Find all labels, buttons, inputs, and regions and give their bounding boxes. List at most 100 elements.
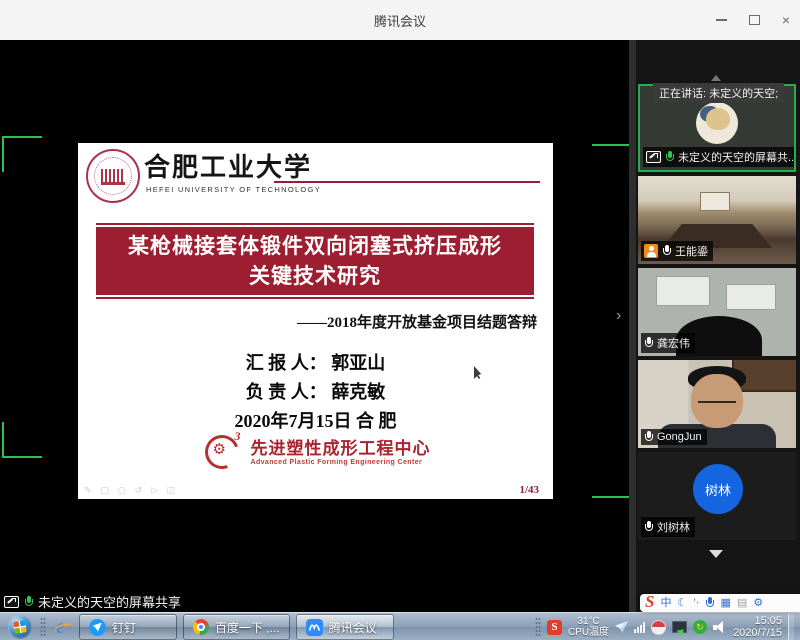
share-region-marker	[2, 422, 42, 458]
participant-name: 刘树林	[657, 519, 690, 535]
window-controls: ×	[716, 0, 790, 40]
tencent-meeting-icon	[306, 619, 323, 636]
volume-icon[interactable]	[713, 621, 727, 633]
participants-panel: 正在讲话: 未定义的天空; 未定义的天空的屏幕共... 王能鎏	[636, 40, 800, 612]
participant-name-tag: 刘树林	[641, 517, 695, 537]
shared-slide: 合肥工业大学 HEFEI UNIVERSITY OF TECHNOLOGY 某枪…	[78, 143, 553, 499]
security-shield-icon[interactable]	[693, 620, 707, 634]
slide-page-number: 1/43	[519, 484, 539, 496]
sogou-tray-icon[interactable]: S	[547, 620, 562, 635]
ime-punctuation-icon[interactable]	[693, 594, 699, 612]
tray-grip[interactable]	[535, 617, 541, 637]
center-emblem-icon: 3	[201, 431, 243, 469]
scroll-down-arrow-icon[interactable]	[709, 550, 723, 565]
presenter-toolbar-icons[interactable]: ✎ □ ○ ↺ ▷ ◫	[84, 486, 178, 496]
mic-icon	[662, 245, 671, 257]
header-rule	[274, 181, 540, 183]
taskbar-button-browser[interactable]: 百度一下 ,...	[183, 614, 290, 640]
slide-title-banner: 某枪械接套体锻件双向闭塞式挤压成形 关键技术研究	[96, 223, 534, 299]
participant-tile[interactable]: 树林 刘树林	[638, 452, 796, 540]
sharing-status-text: 未定义的天空的屏幕共享	[38, 592, 181, 611]
taskbar-button-label: 钉钉	[112, 619, 136, 636]
ime-fullhalf-icon[interactable]	[677, 594, 687, 612]
participant-name-tag: 未定义的天空的屏幕共...	[643, 147, 796, 167]
presenter-line: 汇 报 人： 郭亚山	[78, 349, 553, 378]
share-region-marker	[592, 144, 634, 172]
taskbar-button-label: 腾讯会议	[329, 619, 377, 636]
cpu-temp-label: CPU温度	[568, 627, 609, 638]
avatar: 树林	[693, 464, 743, 514]
mic-icon	[644, 431, 653, 443]
center-logo-block: 3 先进塑性成形工程中心 Advanced Plastic Forming En…	[78, 431, 553, 469]
signal-bars-icon[interactable]	[634, 622, 645, 633]
screen-share-icon	[646, 151, 661, 163]
chrome-icon	[193, 619, 209, 635]
participant-name-tag: GongJun	[641, 429, 707, 445]
taskbar-grip[interactable]	[40, 617, 46, 637]
participant-name: 龚宏伟	[657, 335, 690, 351]
sharing-statusbar: 未定义的天空的屏幕共享	[4, 592, 181, 611]
avatar	[696, 102, 738, 144]
participant-tile[interactable]: 王能鎏	[638, 176, 796, 264]
university-seal-icon	[86, 149, 140, 203]
taskbar-button-dingtalk[interactable]: 钉钉	[79, 614, 177, 640]
cpu-temp-value: 31°C	[568, 616, 609, 627]
minimize-icon[interactable]	[716, 19, 727, 21]
ime-toolbar	[640, 594, 800, 612]
close-icon[interactable]: ×	[782, 13, 790, 27]
cpu-temperature: 31°C CPU温度	[568, 616, 609, 638]
mic-icon	[644, 521, 653, 533]
leader-line: 负 责 人： 薛克敏	[78, 378, 553, 407]
ime-clipboard-icon[interactable]	[737, 594, 747, 612]
show-desktop-button[interactable]	[788, 613, 794, 640]
tray-app-icon[interactable]	[651, 620, 666, 635]
slide-info-block: 汇 报 人： 郭亚山 负 责 人： 薛克敏 2020年7月15日 合 肥	[78, 349, 553, 436]
windows-taskbar: e 钉钉 百度一下 ,... 腾讯会议 S 31°C CPU温度	[0, 612, 800, 640]
mic-on-icon	[665, 151, 674, 163]
start-button[interactable]	[8, 615, 32, 639]
slide-title-line1: 某枪械接套体锻件双向闭塞式挤压成形	[98, 231, 532, 261]
participant-name: 未定义的天空的屏幕共...	[678, 149, 796, 165]
clock-date: 2020/7/15	[733, 627, 782, 639]
tray-messenger-icon[interactable]	[615, 621, 628, 633]
center-name-en: Advanced Plastic Forming Engineering Cen…	[251, 459, 431, 466]
sogou-logo-icon[interactable]	[645, 592, 654, 612]
share-region-marker	[592, 460, 634, 498]
scroll-up-arrow-icon[interactable]	[711, 70, 721, 81]
participant-name: GongJun	[657, 431, 702, 443]
mic-icon	[644, 337, 653, 349]
ime-toolbox-icon[interactable]	[753, 594, 763, 612]
participant-name-tag: 龚宏伟	[641, 333, 695, 353]
collapse-panel-chevron-icon[interactable]	[616, 308, 621, 324]
share-region-marker	[2, 136, 42, 172]
taskbar-buttons: 钉钉 百度一下 ,... 腾讯会议	[79, 614, 394, 640]
host-badge-icon	[644, 244, 658, 258]
taskbar-button-meeting[interactable]: 腾讯会议	[296, 614, 394, 640]
taskbar-button-label: 百度一下 ,...	[215, 619, 280, 636]
participant-name: 王能鎏	[675, 243, 708, 259]
internet-explorer-icon[interactable]: e	[56, 617, 65, 637]
network-icon[interactable]	[672, 621, 687, 633]
restore-icon[interactable]	[749, 15, 760, 25]
screen-share-icon	[4, 596, 19, 608]
dingtalk-icon	[89, 619, 106, 636]
slide-title-line2: 关键技术研究	[98, 261, 532, 291]
participant-name-tag: 王能鎏	[641, 241, 713, 261]
participant-tile[interactable]: GongJun	[638, 360, 796, 448]
ime-lang-icon[interactable]	[660, 594, 671, 612]
window-titlebar: 腾讯会议 ×	[0, 0, 800, 40]
panel-divider	[629, 40, 636, 612]
speaking-banner: 正在讲话: 未定义的天空;	[653, 83, 784, 103]
tray-clock[interactable]: 15:05 2020/7/15	[733, 615, 782, 639]
window-title: 腾讯会议	[374, 11, 426, 30]
participant-tile[interactable]: 龚宏伟	[638, 268, 796, 356]
app-window: 腾讯会议 × 合肥工业大学 HEFEI UNIVERSITY OF TECHNO…	[0, 0, 800, 640]
clock-time: 15:05	[733, 615, 782, 627]
center-name: 先进塑性成形工程中心	[251, 434, 431, 459]
system-tray: S 31°C CPU温度 15:05 2020/7/15	[527, 613, 800, 640]
university-name-en: HEFEI UNIVERSITY OF TECHNOLOGY	[146, 185, 321, 194]
ime-mic-icon[interactable]	[705, 597, 714, 609]
ime-keyboard-icon[interactable]	[720, 594, 730, 612]
meeting-main-area: 合肥工业大学 HEFEI UNIVERSITY OF TECHNOLOGY 某枪…	[0, 40, 800, 612]
mic-on-icon	[24, 596, 33, 608]
